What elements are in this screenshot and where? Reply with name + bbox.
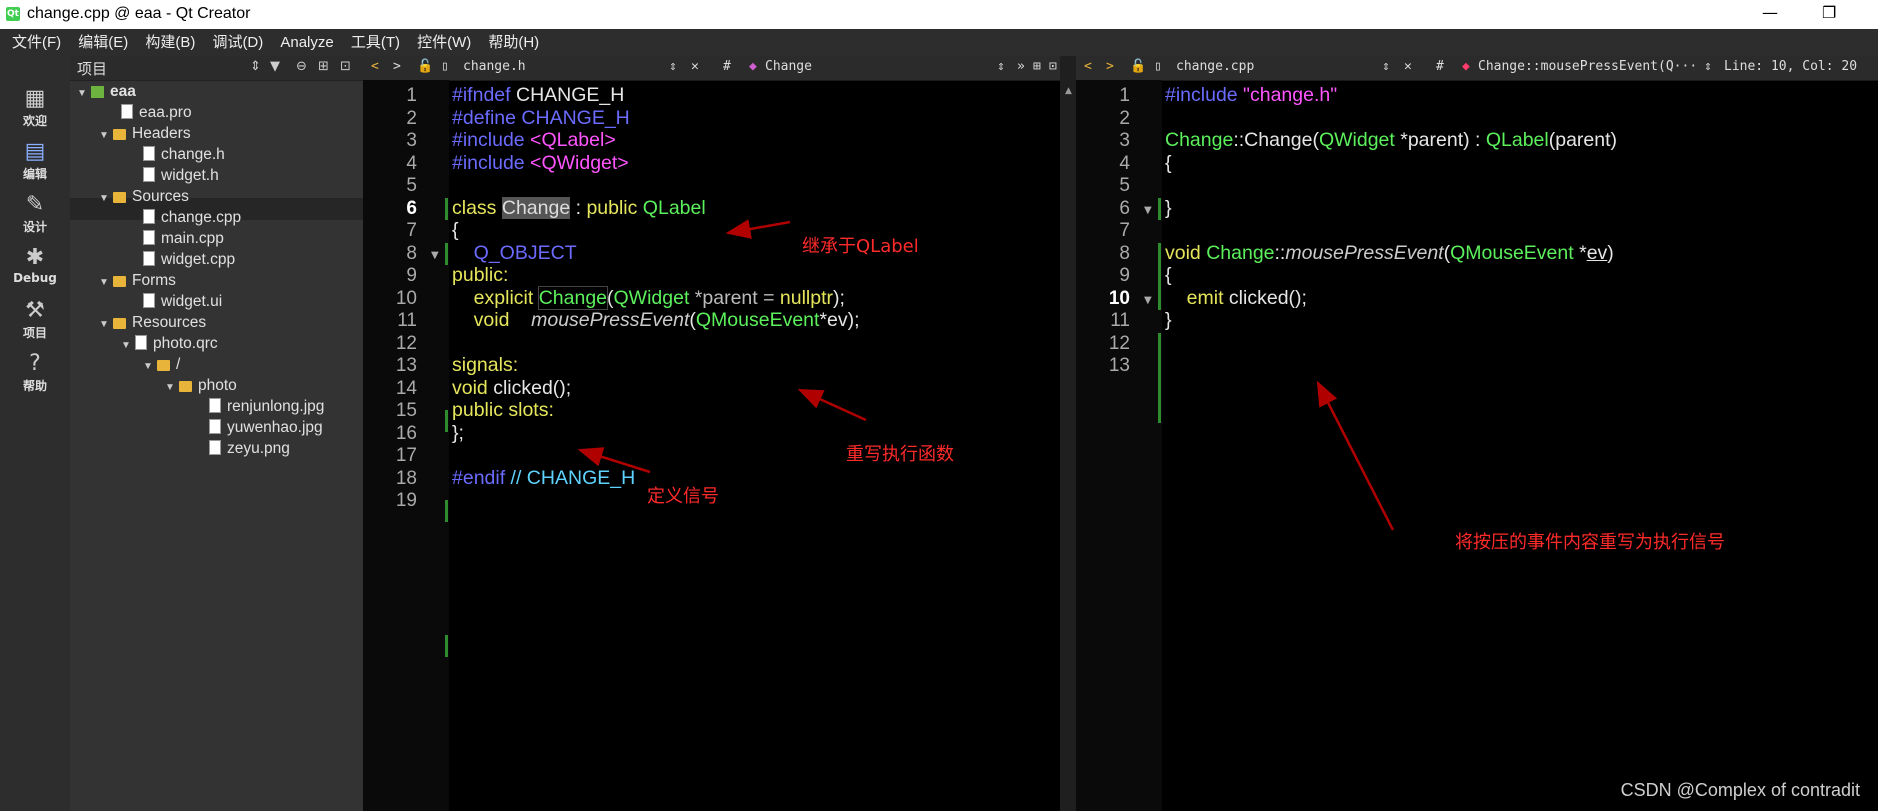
annotation-arrows — [577, 219, 1395, 531]
arrow-inherit — [725, 219, 791, 239]
arrow-signal — [577, 447, 651, 474]
arrow-override — [797, 388, 867, 422]
watermark: CSDN @Complex of contradit — [1620, 780, 1860, 800]
arrow-rewrite — [1316, 380, 1395, 531]
